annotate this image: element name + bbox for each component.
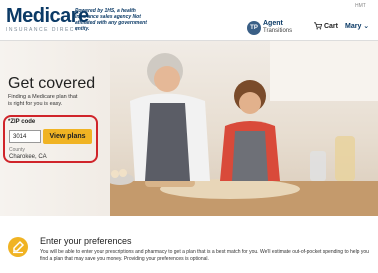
- preferences-section: Enter your preferences You will be able …: [0, 216, 378, 273]
- user-label: Mary: [345, 23, 362, 30]
- chevron-down-icon: ⌄: [363, 23, 370, 30]
- agent-menu[interactable]: Agent Transitions: [263, 20, 292, 35]
- agent-avatar[interactable]: TP: [247, 21, 261, 35]
- cart-button[interactable]: Cart: [314, 22, 338, 30]
- cart-label: Cart: [323, 22, 338, 30]
- agent-name: Agent: [263, 20, 283, 27]
- grandmother-child-baking-image: [106, 41, 378, 216]
- hero-description: Finding a Medicare plan that is right fo…: [8, 94, 78, 107]
- county-label: County: [9, 147, 25, 153]
- preferences-description: You will be able to enter your prescript…: [40, 249, 369, 262]
- zip-code-input[interactable]: 3014: [9, 130, 41, 143]
- header-bar: Medicare INSURANCE DIRECT Powered by 1HS…: [0, 0, 378, 41]
- county-value: Charokee, CA: [9, 154, 47, 160]
- view-plans-button[interactable]: View plans: [43, 129, 92, 144]
- hero-section: Get covered Finding a Medicare plan that…: [0, 41, 378, 216]
- edit-preferences-icon: [8, 237, 28, 257]
- user-menu[interactable]: Mary ⌄: [345, 22, 369, 30]
- top-tag: HMT: [355, 3, 366, 9]
- agent-subtitle: Transitions: [263, 28, 293, 34]
- hero-title: Get covered: [8, 75, 96, 92]
- cart-icon: [314, 22, 322, 30]
- hero-photo: [106, 41, 378, 216]
- preferences-title: Enter your preferences: [40, 236, 132, 246]
- powered-by-text: Powered by 1HS, a health insurance sales…: [75, 8, 147, 32]
- zip-code-label: *ZIP code: [8, 119, 36, 125]
